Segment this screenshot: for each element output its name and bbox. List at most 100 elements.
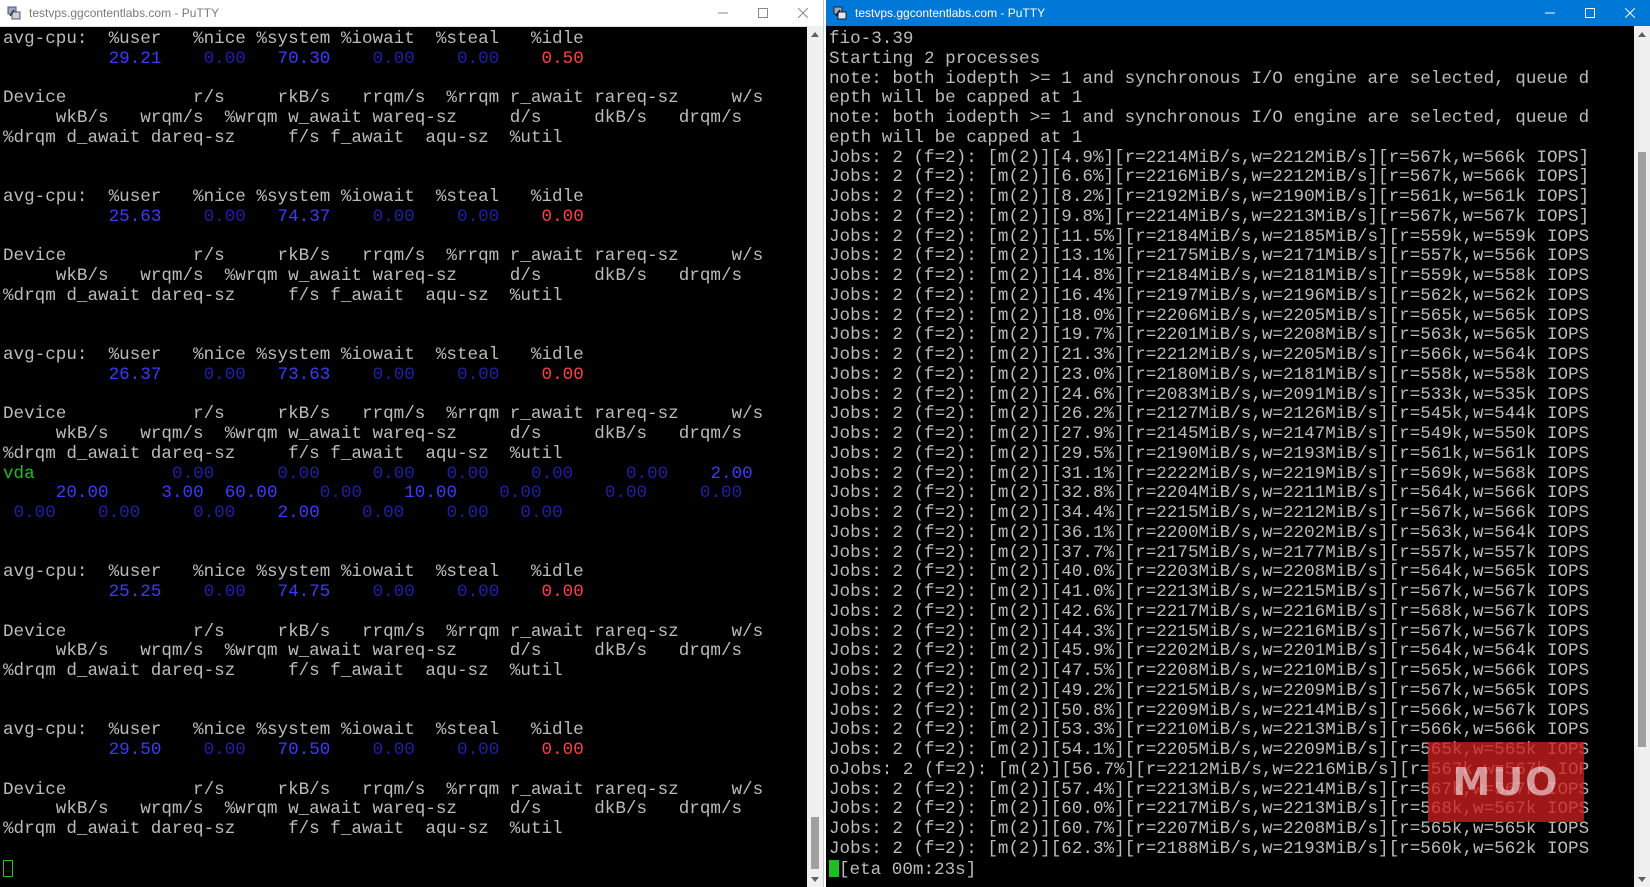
terminal-line: Device r/s rkB/s rrqm/s %rrqm r_await ra… — [3, 246, 807, 267]
scroll-down-arrow-icon — [1638, 876, 1646, 882]
terminal-text: 0.00 — [203, 364, 246, 385]
eta-text: [eta 00m:23s] — [839, 859, 977, 880]
terminal-text: Device r/s rkB/s rrqm/s %rrqm r_await ra… — [3, 779, 764, 800]
terminal-line — [3, 859, 807, 880]
scroll-up-button[interactable] — [1634, 26, 1650, 42]
terminal-line: Jobs: 2 (f=2): [m(2)][26.2%][r=2127MiB/s… — [829, 404, 1590, 425]
maximize-button[interactable] — [1570, 0, 1610, 26]
terminal-text: %drqm d_await dareq-sz f/s f_await aqu-s… — [3, 819, 563, 839]
minimize-icon — [1545, 12, 1555, 14]
scroll-down-button[interactable] — [1634, 871, 1650, 887]
scroll-down-button[interactable] — [807, 871, 823, 887]
terminal-text: 0.00 — [499, 483, 542, 504]
title-bar[interactable]: testvps.ggcontentlabs.com - PuTTY — [826, 0, 1650, 26]
terminal-line: Jobs: 2 (f=2): [m(2)][11.5%][r=2184MiB/s… — [829, 226, 1590, 247]
terminal-line: Jobs: 2 (f=2): [m(2)][36.1%][r=2200MiB/s… — [829, 522, 1590, 543]
minimize-button[interactable] — [703, 0, 743, 26]
scroll-up-button[interactable] — [807, 26, 823, 42]
terminal-line: Jobs: 2 (f=2): [m(2)][41.0%][r=2213MiB/s… — [829, 582, 1590, 602]
minimize-button[interactable] — [1530, 0, 1570, 26]
terminal-text: wkB/s wrqm/s %wrqm w_await wareq-sz d/s … — [3, 799, 743, 820]
terminal-text: 60.00 — [224, 483, 278, 504]
terminal-line: %drqm d_await dareq-sz f/s f_await aqu-s… — [3, 819, 807, 840]
terminal-text: 2.00 — [710, 463, 753, 484]
scrollbar-thumb[interactable] — [811, 817, 819, 869]
terminal-line: %drqm d_await dareq-sz f/s f_await aqu-s… — [3, 128, 807, 149]
terminal-line: Jobs: 2 (f=2): [m(2)][8.2%][r=2192MiB/s,… — [829, 187, 1590, 207]
close-button[interactable] — [1610, 0, 1650, 26]
terminal-line: Jobs: 2 (f=2): [m(2)][60.7%][r=2207MiB/s… — [829, 819, 1590, 839]
terminal-text: avg-cpu: %user %nice %system %iowait %st… — [3, 29, 584, 49]
terminal-line: 29.50 0.00 70.50 0.00 0.00 0.00 — [3, 740, 807, 761]
terminal-text: 0.00 — [446, 463, 489, 484]
terminal-text: 0.00 — [541, 206, 584, 227]
terminal-line: avg-cpu: %user %nice %system %iowait %st… — [3, 29, 807, 50]
terminal-line: Jobs: 2 (f=2): [m(2)][31.1%][r=2222MiB/s… — [829, 463, 1590, 484]
terminal-output-iostat[interactable]: avg-cpu: %user %nice %system %iowait %st… — [0, 26, 807, 887]
close-button[interactable] — [783, 0, 823, 26]
terminal-line: avg-cpu: %user %nice %system %iowait %st… — [3, 187, 807, 208]
putty-window-left[interactable]: testvps.ggcontentlabs.com - PuTTY avg-cp… — [0, 0, 824, 887]
text-cursor — [829, 859, 839, 877]
terminal-line: avg-cpu: %user %nice %system %iowait %st… — [3, 720, 807, 741]
terminal-text: Device r/s rkB/s rrqm/s %rrqm r_await ra… — [3, 88, 764, 109]
terminal-text: 0.50 — [541, 48, 584, 69]
terminal-line: Device r/s rkB/s rrqm/s %rrqm r_await ra… — [3, 404, 807, 425]
terminal-text: %drqm d_await dareq-sz f/s f_await aqu-s… — [3, 285, 563, 306]
terminal-text: 0.00 — [457, 740, 500, 760]
terminal-line: 0.00 0.00 0.00 2.00 0.00 0.00 0.00 — [3, 503, 807, 524]
terminal-text: 0.00 — [372, 463, 415, 484]
scrollbar-thumb[interactable] — [1638, 152, 1646, 747]
terminal-text: 70.30 — [277, 48, 331, 69]
terminal-line: 20.00 3.00 60.00 0.00 10.00 0.00 0.00 0.… — [3, 483, 807, 504]
terminal-text: 25.25 — [108, 582, 162, 602]
terminal-text: 0.00 — [541, 582, 584, 602]
terminal-line: Jobs: 2 (f=2): [m(2)][34.4%][r=2215MiB/s… — [829, 503, 1590, 523]
terminal-line: wkB/s wrqm/s %wrqm w_await wareq-sz d/s … — [3, 108, 807, 129]
title-bar[interactable]: testvps.ggcontentlabs.com - PuTTY — [0, 0, 823, 27]
scrollbar[interactable] — [807, 26, 823, 887]
scrollbar[interactable] — [1634, 26, 1650, 887]
terminal-text: 2.00 — [277, 503, 320, 523]
terminal-text: 0.00 — [319, 483, 363, 504]
window-title: testvps.ggcontentlabs.com - PuTTY — [29, 6, 220, 20]
terminal-text: 73.63 — [277, 364, 331, 385]
scroll-down-arrow-icon — [811, 876, 819, 882]
terminal-line: Jobs: 2 (f=2): [m(2)][40.0%][r=2203MiB/s… — [829, 562, 1590, 583]
terminal-line: Device r/s rkB/s rrqm/s %rrqm r_await ra… — [3, 88, 807, 109]
terminal-line: wkB/s wrqm/s %wrqm w_await wareq-sz d/s … — [3, 799, 807, 820]
terminal-line: Jobs: 2 (f=2): [m(2)][21.3%][r=2212MiB/s… — [829, 345, 1590, 365]
terminal-text: 0.00 — [203, 582, 246, 602]
maximize-button[interactable] — [743, 0, 783, 26]
terminal-text: 0.00 — [541, 740, 584, 760]
terminal-line: Jobs: 2 (f=2): [m(2)][50.8%][r=2209MiB/s… — [829, 700, 1590, 721]
terminal-line: wkB/s wrqm/s %wrqm w_await wareq-sz d/s … — [3, 266, 807, 287]
terminal-line: Jobs: 2 (f=2): [m(2)][6.6%][r=2216MiB/s,… — [829, 167, 1590, 188]
terminal-line: Starting 2 processes — [829, 48, 1041, 69]
terminal-text: %drqm d_await dareq-sz f/s f_await aqu-s… — [3, 661, 563, 681]
terminal-line: Jobs: 2 (f=2): [m(2)][32.8%][r=2204MiB/s… — [829, 483, 1590, 504]
